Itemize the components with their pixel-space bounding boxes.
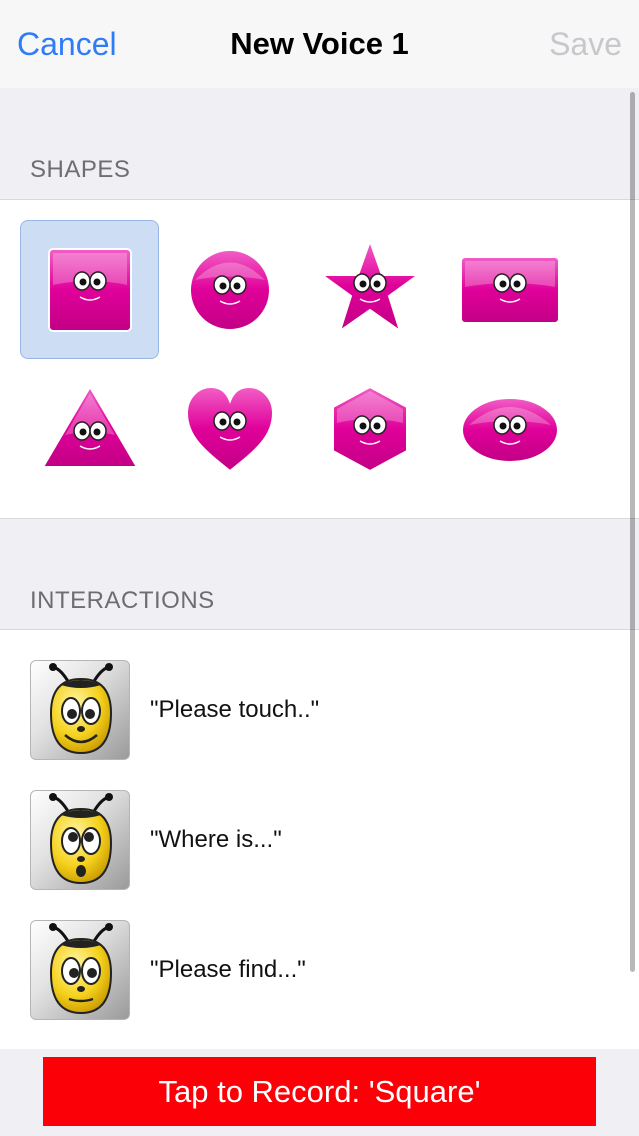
shape-oval[interactable] [440, 360, 579, 499]
pink-rectangle-face-icon [459, 255, 560, 324]
pink-triangle-face-icon [40, 384, 139, 468]
shape-rectangle[interactable] [440, 220, 579, 359]
shape-star[interactable] [300, 220, 439, 359]
save-button[interactable]: Save [549, 26, 622, 63]
pink-oval-face-icon [460, 396, 559, 463]
pink-circle-face-icon [188, 248, 271, 331]
scrollbar[interactable] [630, 92, 635, 972]
interaction-label: "Please find..." [150, 956, 306, 983]
shape-circle[interactable] [160, 220, 299, 359]
pink-square-face-icon [47, 247, 132, 332]
interaction-where-is[interactable]: "Where is..." [0, 780, 639, 890]
shape-heart[interactable] [160, 360, 299, 499]
shapes-grid [0, 199, 639, 519]
record-button[interactable]: Tap to Record: 'Square' [43, 1057, 596, 1126]
pink-hexagon-face-icon [331, 385, 408, 472]
shape-triangle[interactable] [20, 360, 159, 499]
interaction-please-find[interactable]: "Please find..." [0, 910, 639, 1020]
shapes-section-header: SHAPES [30, 156, 131, 183]
shape-hexagon[interactable] [300, 360, 439, 499]
interactions-section-header: INTERACTIONS [30, 587, 215, 614]
interaction-label: "Where is..." [150, 826, 282, 853]
pink-star-face-icon [318, 237, 421, 334]
page-title: New Voice 1 [230, 26, 409, 61]
interaction-label: "Please touch.." [150, 696, 320, 723]
nav-bar: Cancel New Voice 1 Save [0, 0, 639, 88]
bee-face-icon [30, 790, 130, 890]
bee-face-icon [30, 660, 130, 760]
interactions-list: "Please touch.." "Where is..." "Please f… [0, 629, 639, 1049]
pink-heart-face-icon [185, 385, 274, 472]
interaction-please-touch[interactable]: "Please touch.." [0, 650, 639, 760]
shape-square[interactable] [20, 220, 159, 359]
bee-face-icon [30, 920, 130, 1020]
